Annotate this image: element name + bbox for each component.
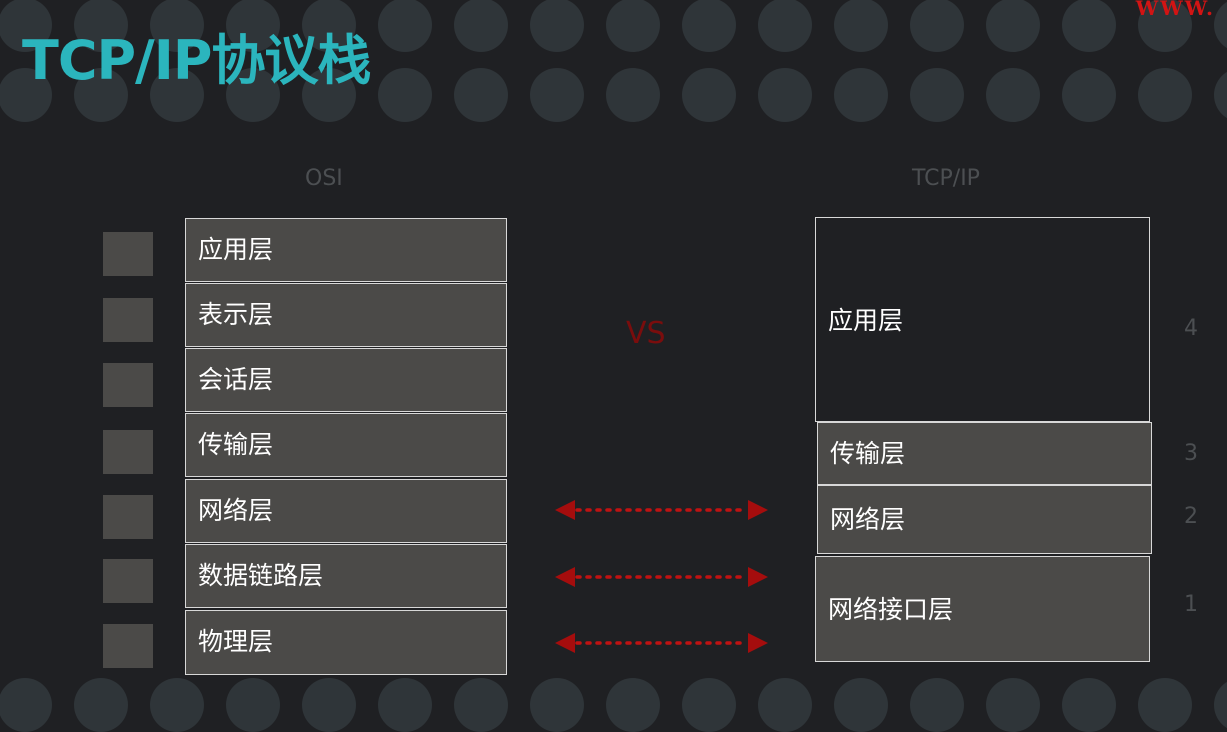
background-dot [530, 0, 584, 52]
background-dot [454, 0, 508, 52]
osi-layer-application: 应用层 [185, 218, 507, 282]
background-dot [986, 68, 1040, 122]
background-dot [1138, 678, 1192, 732]
background-dot [1138, 68, 1192, 122]
background-dot [758, 68, 812, 122]
osi-layer-marker [103, 559, 153, 603]
background-dot [834, 678, 888, 732]
tcpip-layer-transport: 传输层 [817, 422, 1152, 485]
background-dot [1214, 0, 1227, 52]
background-dot [378, 68, 432, 122]
osi-layer-data-link: 数据链路层 [185, 544, 507, 608]
background-dot [378, 678, 432, 732]
background-dot [226, 678, 280, 732]
background-dot [606, 0, 660, 52]
background-dot [1062, 678, 1116, 732]
osi-layer-session: 会话层 [185, 348, 507, 412]
tcpip-layer-number: 3 [1184, 441, 1198, 466]
background-dot [986, 0, 1040, 52]
osi-header: OSI [305, 166, 343, 191]
background-dot [0, 678, 52, 732]
osi-layer-marker [103, 495, 153, 539]
background-dot [1062, 68, 1116, 122]
background-dot [530, 68, 584, 122]
osi-layer-marker [103, 363, 153, 407]
background-dot [834, 68, 888, 122]
background-dot [682, 678, 736, 732]
background-dot [454, 678, 508, 732]
background-dot [682, 68, 736, 122]
tcpip-layer-application: 应用层 [815, 217, 1150, 422]
background-dot [150, 678, 204, 732]
background-dot [606, 678, 660, 732]
double-headed-dotted-arrow-icon [555, 633, 768, 653]
double-headed-dotted-arrow-icon [555, 567, 768, 587]
tcpip-layer-network-interface: 网络接口层 [815, 556, 1150, 662]
background-dot [910, 68, 964, 122]
background-dot [986, 678, 1040, 732]
background-dot [74, 678, 128, 732]
slide-title: TCP/IP协议栈 [22, 29, 371, 92]
osi-layer-marker [103, 430, 153, 474]
tcpip-header: TCP/IP [912, 166, 980, 191]
background-dot [1214, 678, 1227, 732]
osi-layer-network: 网络层 [185, 479, 507, 543]
background-dot [910, 0, 964, 52]
background-dot [1214, 68, 1227, 122]
background-dot [454, 68, 508, 122]
tcpip-layer-network: 网络层 [817, 485, 1152, 554]
background-dot [302, 678, 356, 732]
osi-layer-marker [103, 298, 153, 342]
background-dot [530, 678, 584, 732]
tcpip-layer-number: 1 [1184, 592, 1198, 617]
osi-layer-physical: 物理层 [185, 610, 507, 675]
watermark-text: WWW. [1135, 0, 1215, 20]
tcpip-layer-number: 2 [1184, 504, 1198, 529]
vs-label: VS [626, 316, 666, 351]
osi-layer-transport: 传输层 [185, 413, 507, 477]
background-dot [758, 678, 812, 732]
background-dot [378, 0, 432, 52]
background-dot [606, 68, 660, 122]
osi-layer-presentation: 表示层 [185, 283, 507, 347]
background-dot [758, 0, 812, 52]
background-dot [1062, 0, 1116, 52]
background-dot [910, 678, 964, 732]
background-dot [682, 0, 736, 52]
osi-layer-marker [103, 232, 153, 276]
osi-layer-marker [103, 624, 153, 668]
background-dot [834, 0, 888, 52]
double-headed-dotted-arrow-icon [555, 500, 768, 520]
tcpip-layer-number: 4 [1184, 316, 1198, 341]
